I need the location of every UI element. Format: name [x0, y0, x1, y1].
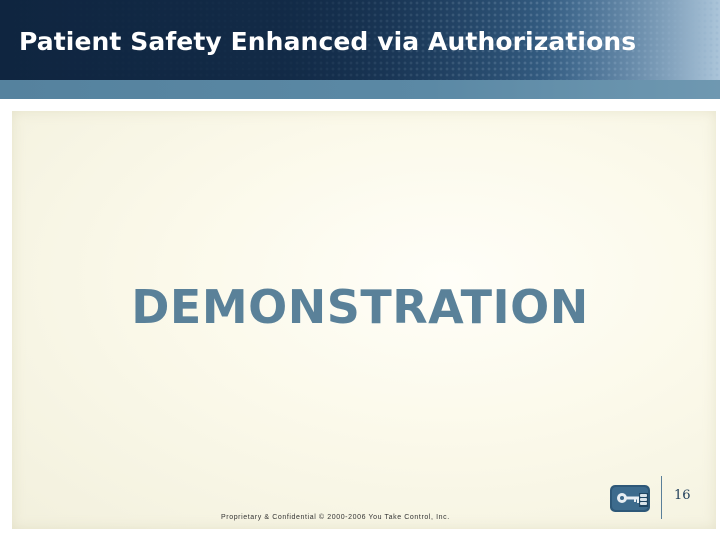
company-logo — [609, 484, 653, 514]
demonstration-heading: DEMONSTRATION — [131, 280, 589, 334]
footer-divider — [661, 476, 662, 519]
footer-copyright: Proprietary & Confidential © 2000-2006 Y… — [221, 514, 450, 521]
header-accent-bar — [0, 80, 720, 99]
key-in-hand-icon — [610, 485, 650, 512]
slide-title: Patient Safety Enhanced via Authorizatio… — [19, 27, 637, 56]
slide-header: Patient Safety Enhanced via Authorizatio… — [0, 0, 720, 80]
page-number: 16 — [674, 488, 691, 503]
